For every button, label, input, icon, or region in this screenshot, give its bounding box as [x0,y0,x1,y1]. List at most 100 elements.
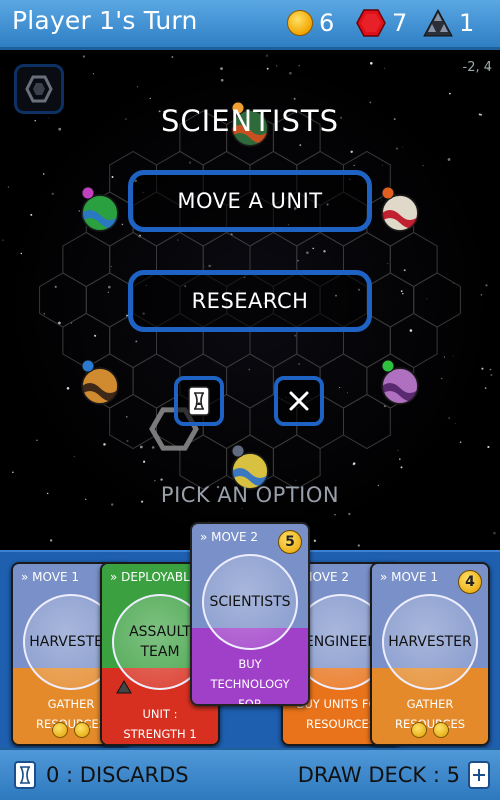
star [313,539,317,542]
star [387,262,389,264]
triangle-stack-icon [423,9,453,37]
planet-left-upper[interactable] [80,186,120,232]
star [2,239,4,241]
star [220,67,223,70]
star [149,97,151,100]
hex-tile[interactable] [132,353,181,409]
star [160,478,163,481]
hourglass-icon [20,766,30,784]
star [297,259,299,262]
discard-button[interactable] [174,376,224,426]
star [298,65,300,67]
draw-deck-count[interactable]: DRAW DECK : 5 [298,763,460,787]
star [137,86,138,88]
hex-tile[interactable] [343,393,391,450]
star [66,387,70,390]
star [399,458,401,460]
star [485,284,488,287]
pick-option-prompt: PICK AN OPTION [160,483,340,507]
unit-triangle-icon [116,680,132,694]
star [177,239,179,241]
red-resource: 7 [356,9,407,37]
card-effect: UNIT : STRENGTH 1 [123,707,197,741]
discard-pile-icon[interactable] [14,761,36,789]
hex-tile[interactable] [389,231,438,288]
planet-right-lower[interactable] [380,359,420,405]
star [78,210,80,212]
star [208,264,211,268]
star [211,264,212,266]
star [103,443,106,446]
hex-tile[interactable] [62,231,111,288]
hex-tile[interactable] [272,434,321,490]
card-type: » MOVE 1 [380,570,438,584]
star [484,387,487,389]
card-disc: HARVESTER [382,594,478,690]
star [266,67,269,70]
close-button[interactable] [274,376,324,426]
research-button[interactable]: RESEARCH [128,270,372,332]
coordinates-readout: -2, 4 [462,60,493,75]
card-cost: 4 [458,570,482,594]
star [370,62,373,65]
star [7,186,10,188]
plus-card-icon [473,769,485,781]
hex-tile[interactable] [366,272,415,328]
hex-tile[interactable] [39,272,87,328]
coin-icon [74,722,90,738]
coin-icon [411,722,427,738]
star [339,257,340,258]
star [154,480,156,482]
star [454,423,456,424]
star [409,329,413,332]
star [299,144,302,147]
hex-tile[interactable] [109,393,157,450]
card-type: » MOVE 2 [200,530,258,544]
hand-card-harvester-right[interactable]: » MOVE 1 4 HARVESTER GATHER RESOURCES [370,562,490,746]
star [143,460,146,463]
card-effect: BUY TECHNOLOGY FOR RESOURCES [210,657,290,706]
planet-owner-marker [81,186,95,200]
star [443,356,446,358]
red-value: 7 [392,9,408,37]
star [289,71,292,75]
star [107,291,109,293]
planet-owner-marker [81,359,95,373]
coin-icon [433,722,449,738]
hex-tile[interactable] [85,272,134,328]
star [402,146,403,148]
star [49,539,53,542]
move-unit-button[interactable]: MOVE A UNIT [128,170,372,232]
draw-deck-icon[interactable] [468,761,490,789]
hex-tile[interactable] [413,272,461,328]
star [135,340,138,343]
star [490,374,493,377]
star [357,544,360,547]
card-name: ASSAULT TEAM [129,624,191,660]
star [449,92,451,95]
star [422,165,424,167]
triangle-resource: 1 [423,9,474,37]
hex-tile[interactable] [319,353,368,409]
hex-tile[interactable] [62,312,111,369]
planet-right-upper[interactable] [380,186,420,232]
star [151,446,155,449]
gold-resource: 6 [287,9,334,37]
star [323,250,326,253]
planet-left-lower[interactable] [80,359,120,405]
star [382,164,383,166]
hex-tile[interactable] [226,353,274,409]
star [265,54,269,57]
star [493,531,496,535]
hand-card-scientists-selected[interactable]: » MOVE 2 5 SCIENTISTS BUY TECHNOLOGY FOR… [190,522,310,706]
planet-owner-marker [381,359,395,373]
star [241,507,243,509]
card-name: HARVESTER [388,634,472,650]
hex-tile[interactable] [389,312,438,369]
card-type: » DEPLOYABLE [110,570,198,584]
discard-count[interactable]: 0 : DISCARDS [46,763,189,787]
star [448,417,451,419]
star [395,147,398,150]
star [92,73,94,75]
star [126,439,129,443]
